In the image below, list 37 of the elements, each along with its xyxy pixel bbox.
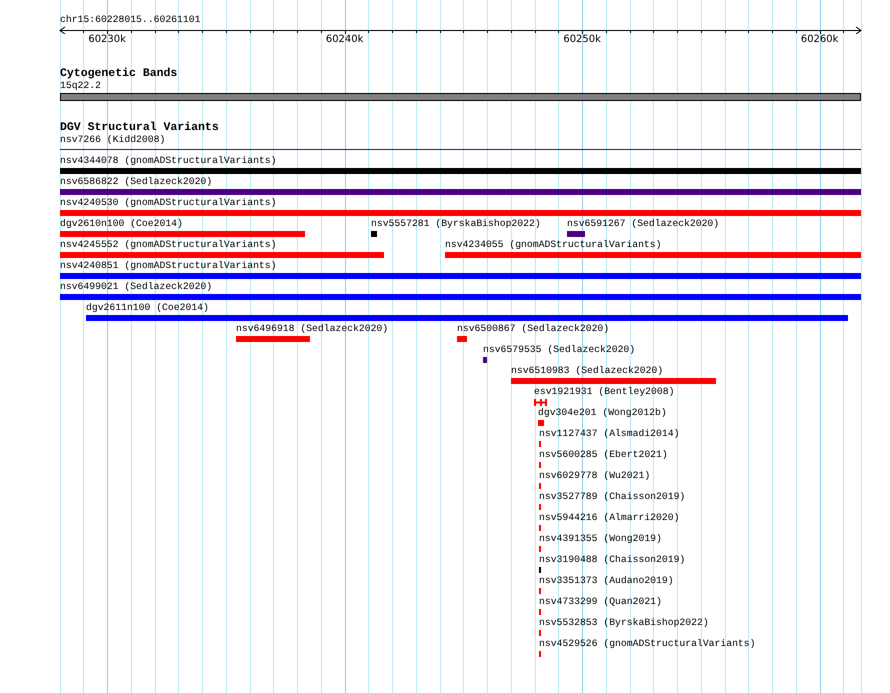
variant-label: dgv304e201 (Wong2012b) — [538, 407, 667, 419]
variant-label: nsv4245552 (gnomADStructuralVariants) — [60, 239, 276, 251]
variant-label: nsv5532853 (ByrskaBishop2022) — [539, 617, 709, 629]
variant-label: nsv6591267 (Sedlazeck2020) — [567, 218, 720, 230]
variant-label: nsv7266 (Kidd2008) — [60, 134, 166, 146]
variant-label: dgv2610n100 (Coe2014) — [60, 218, 183, 230]
variant-label: nsv5944216 (Almarri2020) — [539, 512, 680, 524]
track-title: Cytogenetic Bands — [60, 68, 178, 80]
variant-label: nsv3527789 (Chaisson2019) — [539, 491, 686, 503]
variant-label: nsv6500867 (Sedlazeck2020) — [457, 323, 610, 335]
variant-label: nsv6510983 (Sedlazeck2020) — [511, 365, 664, 377]
variant-label: esv1921931 (Bentley2008) — [534, 386, 674, 398]
variant-label: nsv4391355 (Wong2019) — [539, 533, 662, 545]
variant-label: nsv5600285 (Ebert2021) — [539, 449, 668, 461]
variant-label: nsv5557281 (ByrskaBishop2022) — [371, 218, 541, 230]
variant-label: nsv6496918 (Sedlazeck2020) — [236, 323, 388, 335]
variant-label: nsv3190488 (Chaisson2019) — [539, 554, 686, 566]
location-label: chr15:60228015..60261101 — [60, 14, 200, 26]
band-label: 15q22.2 — [60, 80, 101, 92]
variant-label: nsv6579535 (Sedlazeck2020) — [483, 344, 636, 356]
axis-tick-label: 60230k — [88, 34, 126, 46]
variant-label: nsv1127437 (Alsmadi2014) — [539, 428, 680, 440]
variant-label: nsv4240851 (gnomADStructuralVariants) — [60, 260, 276, 272]
variant-label: dgv2611n100 (Coe2014) — [86, 302, 209, 314]
variant-label: nsv3351373 (Audano2019) — [539, 575, 674, 587]
variant-label: nsv4240530 (gnomADStructuralVariants) — [60, 197, 276, 209]
axis-tick-label: 60260k — [800, 34, 838, 46]
variant-label: nsv4344078 (gnomADStructuralVariants) — [60, 155, 276, 167]
variant-label: nsv6029778 (Wu2021) — [539, 470, 650, 482]
axis-tick-label: 60240k — [326, 34, 364, 46]
variant-label: nsv6586822 (Sedlazeck2020) — [60, 176, 212, 188]
variant-label: nsv4733299 (Quan2021) — [539, 596, 662, 608]
variant-label: nsv4234055 (gnomADStructuralVariants) — [445, 239, 662, 251]
axis-tick-label: 60250k — [563, 34, 601, 46]
variant-label: nsv4529526 (gnomADStructuralVariants) — [539, 638, 756, 650]
track-title: DGV Structural Variants — [60, 122, 219, 134]
variant-label: nsv6499021 (Sedlazeck2020) — [60, 281, 212, 293]
